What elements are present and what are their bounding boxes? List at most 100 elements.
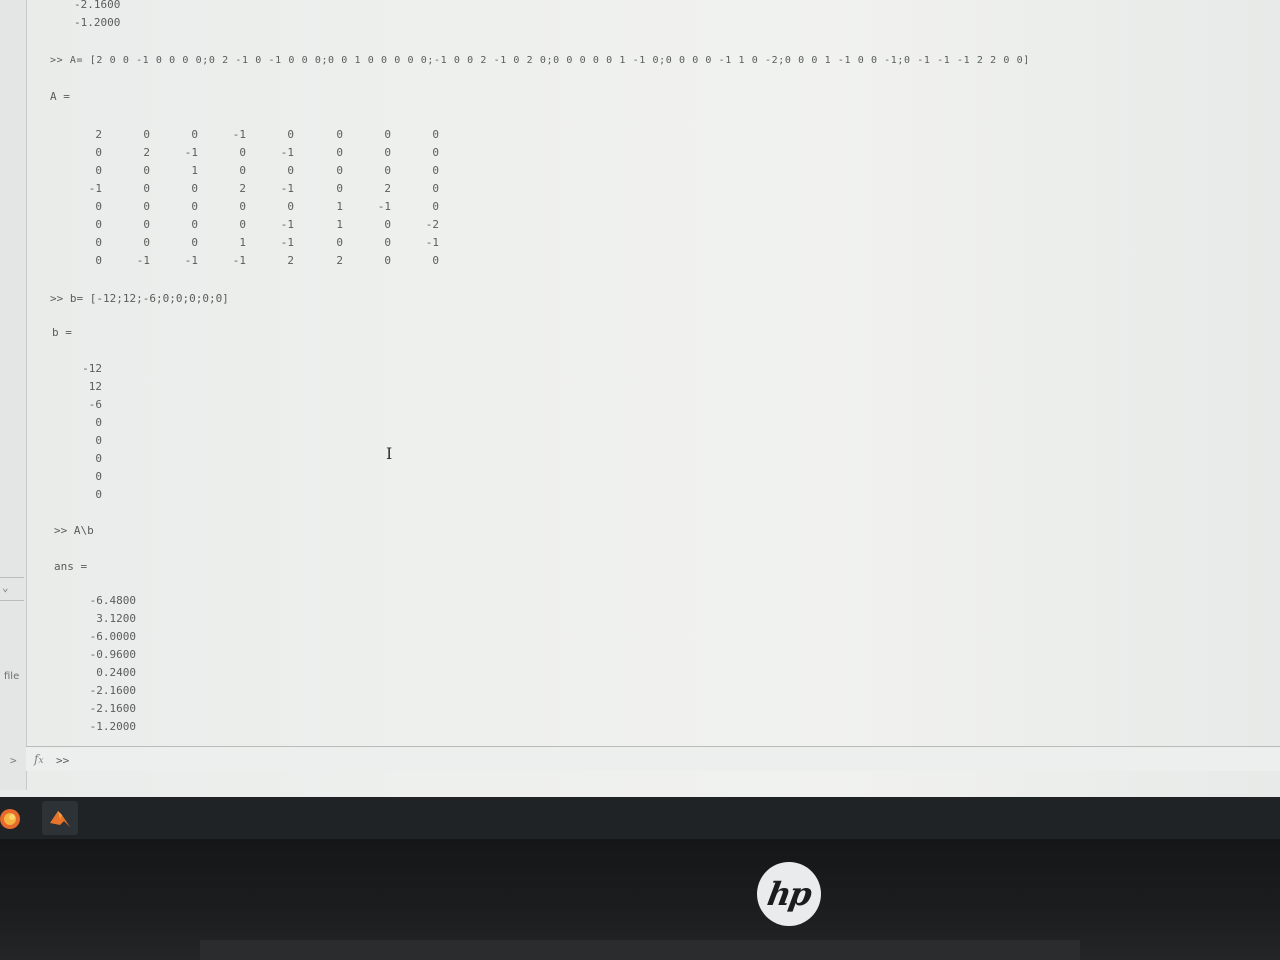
command-prompt[interactable]: fx >>	[26, 746, 1280, 771]
matrix-cell: 0	[432, 182, 439, 195]
matrix-cell: 1	[336, 200, 343, 213]
answer-cell: -1.2000	[89, 720, 136, 733]
monitor-stand	[200, 940, 1080, 960]
firefox-icon	[0, 809, 20, 829]
taskbar-firefox-button[interactable]	[0, 801, 36, 835]
matrix-cell: 0	[336, 236, 343, 249]
output-line: -1.2000	[74, 16, 121, 29]
matrix-cell: 2	[336, 254, 343, 267]
prompt-symbol: >>	[56, 754, 70, 767]
variable-label-ans: ans =	[54, 560, 88, 573]
matrix-cell: -1	[280, 182, 294, 195]
matrix-cell: 2	[384, 182, 391, 195]
matrix-cell: 0	[143, 128, 150, 141]
matrix-cell: 0	[432, 254, 439, 267]
matrix-cell: 0	[336, 146, 343, 159]
matrix-cell: 0	[95, 146, 102, 159]
matrix-cell: 0	[239, 200, 246, 213]
vector-cell: -12	[82, 362, 102, 375]
matrix-cell: 0	[384, 254, 391, 267]
matrix-cell: 0	[95, 254, 102, 267]
taskbar-matlab-button[interactable]	[42, 801, 78, 835]
variable-label-A: A =	[50, 90, 70, 103]
matrix-cell: 0	[432, 164, 439, 177]
matlab-icon	[50, 811, 70, 827]
answer-cell: 0.2400	[96, 666, 136, 679]
matrix-cell: 0	[384, 164, 391, 177]
matrix-cell: 1	[239, 236, 246, 249]
matrix-cell: 2	[287, 254, 294, 267]
matrix-cell: 0	[143, 200, 150, 213]
matrix-cell: 0	[287, 128, 294, 141]
matrix-cell: -1	[425, 236, 439, 249]
matrix-cell: 0	[191, 200, 198, 213]
vector-cell: 0	[95, 434, 102, 447]
matrix-cell: -2	[425, 218, 439, 231]
matrix-cell: -1	[136, 254, 150, 267]
file-label: file	[4, 671, 20, 682]
matrix-cell: -1	[280, 236, 294, 249]
matrix-cell: 0	[432, 146, 439, 159]
matrix-cell: -1	[232, 128, 246, 141]
matrix-cell: 0	[432, 200, 439, 213]
matrix-cell: 2	[95, 128, 102, 141]
answer-cell: -6.0000	[89, 630, 136, 643]
answer-cell: 3.1200	[96, 612, 136, 625]
vector-cell: 0	[95, 470, 102, 483]
matrix-cell: 0	[239, 146, 246, 159]
chevron-down-icon[interactable]: ⌄	[2, 582, 16, 594]
vector-cell: -6	[88, 398, 102, 411]
matrix-cell: 0	[384, 236, 391, 249]
taskbar	[0, 797, 1280, 839]
current-folder-panel: ⌄ file >	[0, 0, 27, 790]
vector-cell: 12	[88, 380, 102, 393]
matrix-cell: -1	[88, 182, 102, 195]
matrix-cell: 0	[95, 218, 102, 231]
matrix-cell: 2	[143, 146, 150, 159]
matrix-cell: 1	[336, 218, 343, 231]
vector-cell: 0	[95, 452, 102, 465]
matrix-cell: 0	[287, 164, 294, 177]
command-line-b: >> b= [-12;12;-6;0;0;0;0;0]	[50, 292, 229, 305]
answer-cell: -6.4800	[89, 594, 136, 607]
matrix-cell: -1	[184, 254, 198, 267]
matrix-cell: 0	[191, 218, 198, 231]
vector-cell: 0	[95, 488, 102, 501]
matrix-cell: 0	[191, 236, 198, 249]
matrix-cell: -1	[280, 218, 294, 231]
answer-cell: -2.1600	[89, 684, 136, 697]
matrix-cell: 0	[384, 218, 391, 231]
hp-logo: hp	[757, 862, 821, 926]
matrix-cell: 0	[336, 164, 343, 177]
matrix-cell: 0	[143, 236, 150, 249]
matrix-cell: -1	[280, 146, 294, 159]
expand-arrow-icon[interactable]: >	[10, 754, 17, 767]
matrix-cell: 0	[191, 182, 198, 195]
matrix-cell: 0	[95, 200, 102, 213]
command-line-A: >> A= [2 0 0 -1 0 0 0 0;0 2 -1 0 -1 0 0 …	[50, 55, 1030, 66]
matrix-cell: -1	[184, 146, 198, 159]
command-window[interactable]: -2.1600 -1.2000 >> A= [2 0 0 -1 0 0 0 0;…	[30, 0, 1280, 770]
vector-cell: 0	[95, 416, 102, 429]
matrix-cell: 0	[384, 146, 391, 159]
answer-cell: -0.9600	[89, 648, 136, 661]
matrix-cell: 1	[191, 164, 198, 177]
matrix-cell: 0	[239, 164, 246, 177]
matrix-cell: 0	[143, 218, 150, 231]
matrix-cell: 0	[432, 128, 439, 141]
matrix-cell: 0	[336, 128, 343, 141]
matrix-cell: 2	[239, 182, 246, 195]
output-line: -2.1600	[74, 0, 121, 11]
matrix-cell: 0	[287, 200, 294, 213]
matrix-cell: 0	[336, 182, 343, 195]
command-line-solve: >> A\b	[54, 524, 94, 537]
matrix-cell: 0	[95, 164, 102, 177]
fx-icon[interactable]: fx	[34, 752, 44, 766]
variable-label-b: b =	[52, 326, 72, 339]
text-cursor-icon: I	[386, 444, 393, 463]
matrix-cell: 0	[384, 128, 391, 141]
matrix-cell: 0	[191, 128, 198, 141]
matrix-cell: -1	[232, 254, 246, 267]
matrix-cell: 0	[95, 236, 102, 249]
matrix-cell: 0	[143, 182, 150, 195]
